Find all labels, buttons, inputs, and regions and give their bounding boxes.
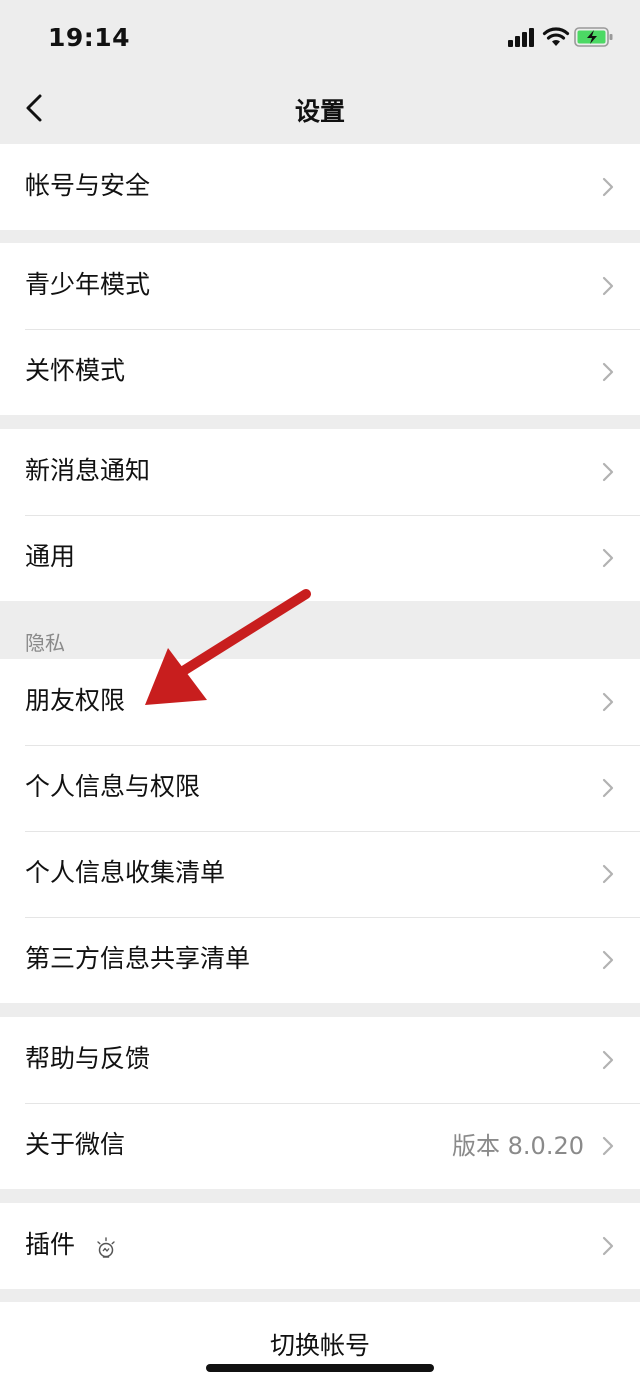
settings-row-about-wechat[interactable]: 关于微信 版本 8.0.20 — [0, 1103, 640, 1189]
row-label: 个人信息收集清单 — [25, 858, 226, 887]
battery-charging-icon — [574, 27, 613, 47]
settings-row-care-mode[interactable]: 关怀模式 — [0, 329, 640, 415]
settings-group-privacy: 朋友权限 个人信息与权限 个人信息收集清单 第三方信息共享清单 — [0, 659, 640, 1003]
settings-group-notify: 新消息通知 通用 — [0, 429, 640, 601]
chevron-right-icon — [602, 1236, 614, 1256]
chevron-right-icon — [602, 864, 614, 884]
version-value: 版本 8.0.20 — [452, 1132, 584, 1160]
switch-account-button[interactable]: 切换帐号 — [0, 1302, 640, 1385]
settings-group-help: 帮助与反馈 关于微信 版本 8.0.20 — [0, 1017, 640, 1189]
row-label: 帮助与反馈 — [25, 1044, 151, 1073]
settings-row-friend-permissions[interactable]: 朋友权限 — [0, 659, 640, 745]
row-label: 帐号与安全 — [25, 171, 151, 200]
settings-row-new-message-notifications[interactable]: 新消息通知 — [0, 429, 640, 515]
settings-row-third-party-sharing-list[interactable]: 第三方信息共享清单 — [0, 917, 640, 1003]
row-label: 第三方信息共享清单 — [25, 944, 251, 973]
settings-row-help-feedback[interactable]: 帮助与反馈 — [0, 1017, 640, 1103]
settings-group-plugins: 插件 — [0, 1203, 640, 1289]
page-title: 设置 — [294, 97, 345, 126]
status-bar: 19:14 — [0, 0, 640, 76]
chevron-right-icon — [602, 462, 614, 482]
chevron-right-icon — [602, 276, 614, 296]
nav-bar: 设置 — [0, 76, 640, 144]
row-label: 个人信息与权限 — [25, 772, 201, 801]
chevron-left-icon — [26, 94, 42, 122]
row-label: 插件 — [25, 1230, 76, 1259]
settings-group-modes: 青少年模式 关怀模式 — [0, 243, 640, 415]
settings-row-plugins[interactable]: 插件 — [0, 1203, 640, 1289]
settings-row-personal-info-collection-list[interactable]: 个人信息收集清单 — [0, 831, 640, 917]
settings-row-youth-mode[interactable]: 青少年模式 — [0, 243, 640, 329]
row-label: 青少年模式 — [25, 270, 151, 299]
wifi-icon — [542, 27, 570, 46]
chevron-right-icon — [602, 1050, 614, 1070]
section-header-privacy: 隐私 — [25, 631, 65, 655]
row-label: 通用 — [25, 542, 76, 571]
lightbulb-icon — [97, 1237, 115, 1258]
row-label: 关于微信 — [25, 1130, 126, 1159]
switch-account-label: 切换帐号 — [269, 1331, 370, 1360]
settings-row-account-security[interactable]: 帐号与安全 — [0, 144, 640, 230]
chevron-right-icon — [602, 177, 614, 197]
settings-row-personal-info-permissions[interactable]: 个人信息与权限 — [0, 745, 640, 831]
chevron-right-icon — [602, 362, 614, 382]
settings-group-account: 帐号与安全 — [0, 144, 640, 230]
chevron-right-icon — [602, 692, 614, 712]
signal-icon — [508, 28, 534, 47]
chevron-right-icon — [602, 950, 614, 970]
back-button[interactable] — [14, 86, 58, 134]
status-time: 19:14 — [48, 23, 131, 52]
row-label: 关怀模式 — [25, 356, 126, 385]
row-label: 朋友权限 — [25, 686, 126, 715]
chevron-right-icon — [602, 778, 614, 798]
row-label: 新消息通知 — [25, 456, 151, 485]
chevron-right-icon — [602, 1136, 614, 1156]
chevron-right-icon — [602, 548, 614, 568]
home-indicator[interactable] — [206, 1364, 434, 1372]
settings-row-general[interactable]: 通用 — [0, 515, 640, 601]
